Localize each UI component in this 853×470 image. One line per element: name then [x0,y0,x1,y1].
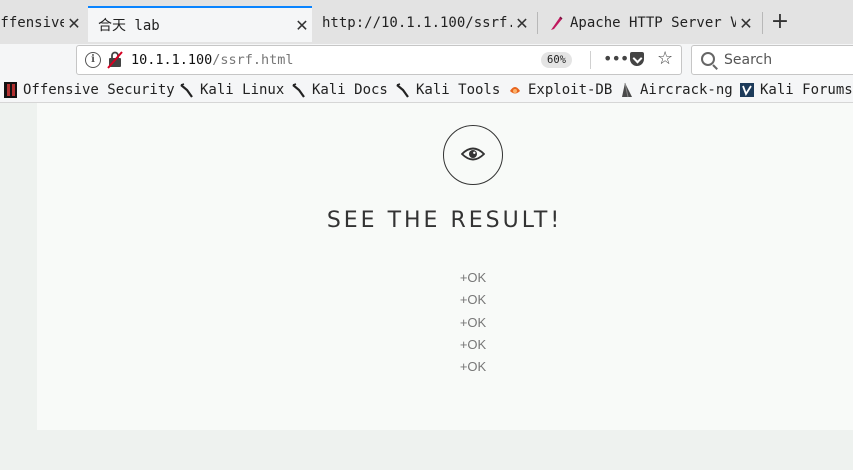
tab-separator [762,12,763,34]
exploit-db-icon [510,87,520,94]
eye-icon [443,125,503,185]
result-item: +OK [459,314,487,330]
search-bar[interactable]: Search [691,45,853,75]
url-host: 10.1.1.100 [131,52,213,68]
page-title: SEE THE RESULT! [326,208,563,233]
bookmark-exploit-db[interactable]: Exploit-DB [508,81,612,99]
close-icon[interactable]: ✕ [512,14,532,33]
kali-forums-icon [740,83,754,97]
navigation-bar: i 10.1.1.100/ssrf.html 60% ••• ☆ Search [0,44,853,78]
offensive-security-icon [4,82,17,98]
result-item: +OK [459,292,487,308]
tab-label: http://10.1.1.100/ssrf.html [322,15,512,31]
bookmarks-toolbar: Offensive Security Kali Linux Kali Docs … [0,78,853,103]
bookmark-label: Kali Tools [416,82,501,98]
bookmark-kali-linux[interactable]: Kali Linux [180,81,284,99]
url-text[interactable]: 10.1.1.100/ssrf.html [131,52,294,68]
page-content: SEE THE RESULT! +OK +OK +OK +OK +OK [37,103,853,430]
tab-apache[interactable]: Apache HTTP Server Version ✕ [548,6,756,40]
kali-dragon-icon [396,83,409,98]
bookmark-label: Exploit-DB [528,82,613,98]
tab-strip: Offensive Security ✕ 合天 lab ✕ http://10.… [0,0,853,44]
bookmark-label: Offensive Security [23,82,175,98]
bookmark-label: Kali Forums [760,82,853,98]
tab-hetian-lab[interactable]: 合天 lab ✕ [88,6,312,42]
result-item: +OK [459,336,487,352]
close-icon[interactable]: ✕ [292,16,312,35]
kali-dragon-icon [180,83,193,98]
tab-label: 合天 lab [98,18,160,34]
pocket-icon[interactable] [630,52,644,66]
tab-offensive-security[interactable]: Offensive Security ✕ [0,6,84,40]
tab-separator [537,12,538,34]
bookmark-label: Kali Linux [200,82,285,98]
kali-dragon-icon [292,83,305,98]
result-item: +OK [459,359,487,375]
new-tab-button[interactable]: + [768,10,792,34]
tab-label: Apache HTTP Server Version [570,15,736,31]
tab-label: Offensive Security [0,15,64,31]
apache-feather-icon [551,16,563,30]
bookmark-kali-docs[interactable]: Kali Docs [292,81,388,99]
bookmark-offensive-security[interactable]: Offensive Security [4,81,175,99]
search-input[interactable]: Search [724,52,772,68]
urlbar-divider [590,51,591,69]
insecure-lock-icon[interactable] [107,51,123,69]
bookmark-label: Aircrack-ng [640,82,733,98]
close-icon[interactable]: ✕ [64,14,84,33]
search-icon [701,52,715,66]
bookmark-aircrack-ng[interactable]: Aircrack-ng [620,81,733,99]
tab-ssrf[interactable]: http://10.1.1.100/ssrf.html ✕ [322,6,532,40]
zoom-level-button[interactable]: 60% [541,52,572,68]
bookmark-star-icon[interactable]: ☆ [657,48,673,69]
aircrack-icon [622,82,632,98]
result-item: +OK [459,270,487,285]
bookmark-kali-forums[interactable]: Kali Forums [740,81,853,99]
close-icon[interactable]: ✕ [736,14,756,33]
info-icon[interactable]: i [85,52,101,68]
results-list: +OK +OK +OK +OK +OK [447,267,499,378]
url-path: /ssrf.html [212,52,294,68]
page-actions-icon[interactable]: ••• [603,49,629,68]
url-bar[interactable]: i 10.1.1.100/ssrf.html 60% ••• ☆ [76,45,682,75]
bookmark-label: Kali Docs [312,82,388,98]
bookmark-kali-tools[interactable]: Kali Tools [396,81,500,99]
